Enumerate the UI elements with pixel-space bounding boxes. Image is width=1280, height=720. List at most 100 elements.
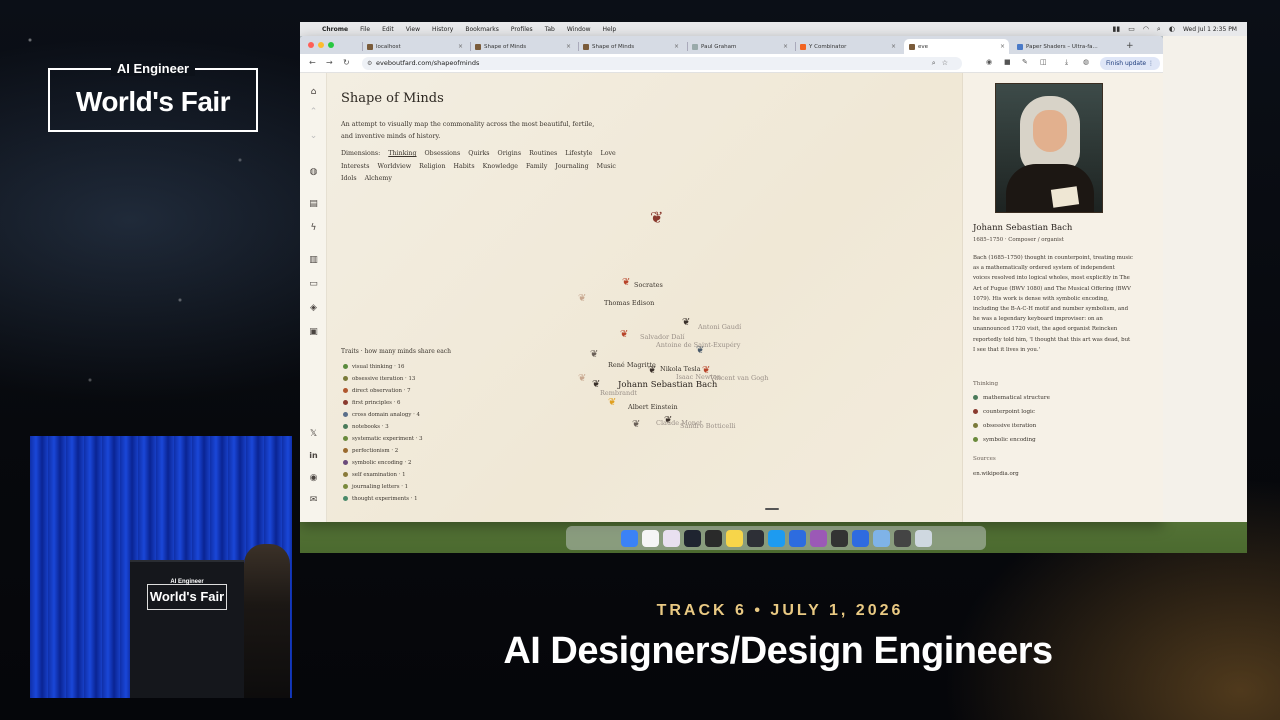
menu-help[interactable]: Help bbox=[603, 26, 617, 33]
cursor-icon[interactable] bbox=[704, 529, 722, 547]
back-icon[interactable]: ← bbox=[309, 58, 316, 67]
trash-icon[interactable] bbox=[914, 529, 932, 547]
mind-albert-einstein[interactable]: Albert Einstein bbox=[628, 403, 678, 411]
app-icon[interactable] bbox=[893, 529, 911, 547]
dimension-idols[interactable]: Idols bbox=[341, 173, 357, 186]
butterfly-icon[interactable]: ❦ bbox=[620, 329, 628, 340]
profile-icon[interactable]: ◍ bbox=[1083, 58, 1089, 66]
battery-icon[interactable]: ▭ bbox=[1128, 25, 1135, 33]
close-window-button[interactable] bbox=[308, 42, 314, 48]
close-tab-icon[interactable]: × bbox=[566, 43, 571, 50]
x-social-icon[interactable]: 𝕏 bbox=[308, 429, 319, 439]
dimension-quirks[interactable]: Quirks bbox=[468, 148, 489, 161]
app-icon[interactable] bbox=[851, 529, 869, 547]
close-tab-icon[interactable]: × bbox=[891, 43, 896, 50]
mind-botticelli[interactable]: Sandro Botticelli bbox=[680, 422, 735, 430]
mind-antoni-gaudi[interactable]: Antoni Gaudí bbox=[698, 323, 741, 331]
trait-row[interactable]: thought experiments · 1 bbox=[341, 493, 541, 505]
github-icon[interactable]: ◉ bbox=[308, 473, 319, 483]
dimension-thinking[interactable]: Thinking bbox=[388, 148, 416, 161]
menu-file[interactable]: File bbox=[360, 26, 370, 33]
scroll-handle[interactable] bbox=[765, 508, 779, 510]
tab-paper-shaders[interactable]: Paper Shaders – Ultra-fa... bbox=[1012, 39, 1117, 54]
mail-icon[interactable]: ✉ bbox=[308, 495, 319, 505]
terminal-icon[interactable] bbox=[683, 529, 701, 547]
chevron-up-icon[interactable]: ⌃ bbox=[308, 107, 319, 117]
menu-window[interactable]: Window bbox=[567, 26, 591, 33]
close-tab-icon[interactable]: × bbox=[783, 43, 788, 50]
detail-trait[interactable]: counterpoint logic bbox=[973, 409, 1035, 415]
document-icon[interactable]: ▤ bbox=[308, 199, 319, 209]
chevron-down-icon[interactable]: ⌄ bbox=[308, 131, 319, 141]
trait-row[interactable]: perfectionism · 2 bbox=[341, 445, 541, 457]
butterfly-icon[interactable]: ❦ bbox=[632, 419, 640, 430]
trait-row[interactable]: first principles · 6 bbox=[341, 397, 541, 409]
building-icon[interactable]: ▥ bbox=[308, 255, 319, 265]
trait-row[interactable]: journaling letters · 1 bbox=[341, 481, 541, 493]
menu-edit[interactable]: Edit bbox=[382, 26, 394, 33]
map-icon[interactable]: ◈ bbox=[308, 303, 319, 313]
app-icon[interactable] bbox=[830, 529, 848, 547]
mind-johann-sebastian-bach[interactable]: Johann Sebastian Bach bbox=[618, 380, 717, 390]
detail-source-link[interactable]: en.wikipedia.org bbox=[973, 471, 1019, 477]
trait-row[interactable]: cross domain analogy · 4 bbox=[341, 409, 541, 421]
tab-y-combinator[interactable]: Y Combinator × bbox=[795, 39, 900, 54]
menu-profiles[interactable]: Profiles bbox=[511, 26, 533, 33]
app-icon[interactable] bbox=[809, 529, 827, 547]
mind-nikola-tesla[interactable]: Nikola Tesla bbox=[660, 365, 701, 373]
dimension-obsessions[interactable]: Obsessions bbox=[425, 148, 461, 161]
menu-history[interactable]: History bbox=[432, 26, 453, 33]
finish-update-button[interactable]: Finish update ⋮ bbox=[1100, 57, 1161, 70]
extensions-puzzle-icon[interactable]: ◫ bbox=[1040, 58, 1047, 66]
dimension-music[interactable]: Music bbox=[597, 161, 616, 174]
butterfly-icon[interactable]: ❦ bbox=[590, 349, 598, 360]
dimension-worldview[interactable]: Worldview bbox=[378, 161, 412, 174]
dimension-routines[interactable]: Routines bbox=[529, 148, 557, 161]
dimension-love[interactable]: Love bbox=[601, 148, 616, 161]
butterfly-icon[interactable]: ❦ bbox=[682, 317, 690, 328]
butterfly-icon[interactable]: ❦ bbox=[578, 293, 586, 304]
reload-icon[interactable]: ↻ bbox=[343, 58, 350, 67]
slack-icon[interactable] bbox=[662, 529, 680, 547]
linkedin-icon[interactable]: in bbox=[308, 451, 319, 460]
trait-row[interactable]: self examination · 1 bbox=[341, 469, 541, 481]
trait-row[interactable]: obsessive iteration · 13 bbox=[341, 373, 541, 385]
mind-saint-exupery[interactable]: Antoine de Saint-Exupéry bbox=[656, 341, 740, 349]
menu-app-name[interactable]: Chrome bbox=[322, 26, 348, 33]
dimension-habits[interactable]: Habits bbox=[454, 161, 475, 174]
menu-bookmarks[interactable]: Bookmarks bbox=[465, 26, 499, 33]
menubar-clock[interactable]: Wed Jul 1 2:35 PM bbox=[1183, 26, 1237, 33]
tab-localhost[interactable]: localhost × bbox=[362, 39, 467, 54]
menu-tab[interactable]: Tab bbox=[545, 26, 555, 33]
control-center-icon[interactable]: ◐ bbox=[1169, 25, 1175, 33]
mind-rene-magritte[interactable]: René Magritte bbox=[608, 361, 656, 369]
mind-van-gogh[interactable]: Vincent van Gogh bbox=[710, 374, 768, 382]
dimension-interests[interactable]: Interests bbox=[341, 161, 370, 174]
status-icon[interactable]: ▮▮ bbox=[1112, 25, 1120, 33]
extension-icon[interactable]: ✎ bbox=[1022, 58, 1028, 66]
zoom-app-icon[interactable] bbox=[788, 529, 806, 547]
new-tab-icon[interactable]: + bbox=[1126, 41, 1134, 51]
mind-socrates[interactable]: Socrates bbox=[634, 281, 663, 289]
search-icon[interactable]: ⌕ bbox=[1157, 25, 1161, 34]
menu-view[interactable]: View bbox=[406, 26, 420, 33]
tab-eve[interactable]: eve × bbox=[904, 39, 1009, 54]
download-icon[interactable]: ⤓ bbox=[1065, 58, 1068, 67]
minimize-window-button[interactable] bbox=[318, 42, 324, 48]
mind-salvador-dali[interactable]: Salvador Dalí bbox=[640, 333, 684, 341]
finder-icon[interactable] bbox=[620, 529, 638, 547]
mind-rembrandt[interactable]: Rembrandt bbox=[600, 389, 637, 397]
trait-row[interactable]: notebooks · 3 bbox=[341, 421, 541, 433]
trait-row[interactable]: direct observation · 7 bbox=[341, 385, 541, 397]
butterfly-icon[interactable]: ❦ bbox=[578, 373, 586, 384]
dimension-alchemy[interactable]: Alchemy bbox=[365, 173, 392, 186]
dimension-lifestyle[interactable]: Lifestyle bbox=[565, 148, 592, 161]
site-info-icon[interactable]: ⚙ bbox=[367, 57, 372, 70]
globe-icon[interactable]: ◍ bbox=[308, 167, 319, 177]
bolt-icon[interactable]: ϟ bbox=[308, 223, 319, 233]
close-tab-icon[interactable]: × bbox=[674, 43, 679, 50]
zoom-window-button[interactable] bbox=[328, 42, 334, 48]
dimension-origins[interactable]: Origins bbox=[498, 148, 522, 161]
address-bar[interactable]: ⚙ eveboutfard.com/shapeofminds ⌕☆ bbox=[362, 57, 962, 70]
mind-thomas-edison[interactable]: Thomas Edison bbox=[604, 299, 654, 307]
